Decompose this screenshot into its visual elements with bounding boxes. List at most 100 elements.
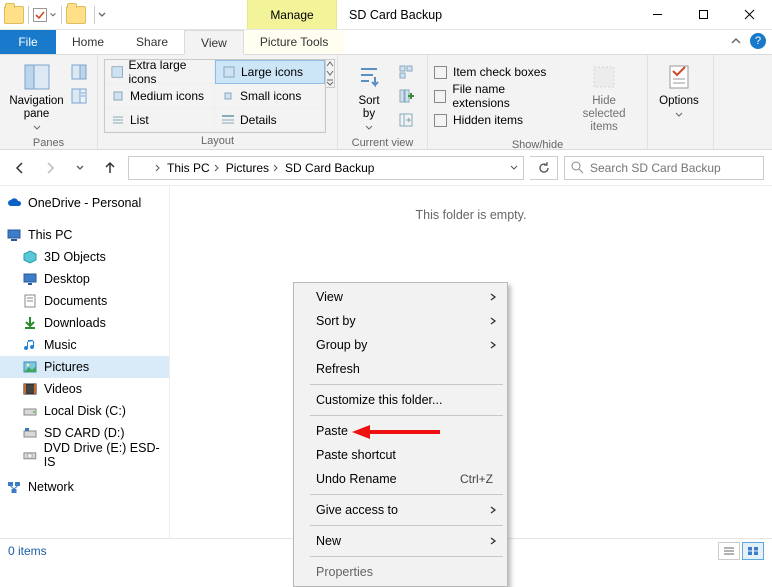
tree-onedrive[interactable]: OneDrive - Personal xyxy=(0,192,169,214)
address-bar[interactable]: This PC Pictures SD Card Backup xyxy=(128,156,524,180)
tree-network[interactable]: Network xyxy=(0,476,169,498)
navigation-pane-icon xyxy=(21,61,53,93)
ctx-sort-by[interactable]: Sort by xyxy=(296,309,505,333)
show-hide-group-label: Show/hide xyxy=(434,137,641,154)
empty-folder-message: This folder is empty. xyxy=(170,208,772,222)
gallery-scroll-down-icon[interactable] xyxy=(326,69,334,78)
qat-checkbox-icon[interactable] xyxy=(33,8,47,22)
navigation-pane-button[interactable]: Navigation pane xyxy=(6,59,67,135)
forward-button[interactable] xyxy=(38,156,62,180)
context-menu: View Sort by Group by Refresh Customize … xyxy=(293,282,508,587)
group-by-button[interactable] xyxy=(394,61,418,83)
ribbon-tabs: File Home Share View Picture Tools ? xyxy=(0,30,772,55)
hidden-items-toggle[interactable]: Hidden items xyxy=(434,109,559,131)
ctx-paste[interactable]: Paste xyxy=(296,419,505,443)
ctx-refresh[interactable]: Refresh xyxy=(296,357,505,381)
tree-documents[interactable]: Documents xyxy=(0,290,169,312)
layout-gallery[interactable]: Extra large icons Large icons Medium ico… xyxy=(104,59,326,133)
download-icon xyxy=(22,315,38,331)
share-tab[interactable]: Share xyxy=(120,30,184,54)
minimize-button[interactable] xyxy=(634,0,680,30)
document-icon xyxy=(22,293,38,309)
chevron-down-icon[interactable] xyxy=(509,163,519,173)
breadcrumb[interactable]: This PC xyxy=(167,161,222,175)
preview-pane-button[interactable] xyxy=(67,61,91,83)
qat-dropdown-icon[interactable] xyxy=(49,10,57,20)
breadcrumb[interactable]: SD Card Backup xyxy=(285,161,374,175)
contextual-tab-label: Manage xyxy=(270,8,313,22)
network-icon xyxy=(6,479,22,495)
home-tab[interactable]: Home xyxy=(56,30,120,54)
help-icon[interactable]: ? xyxy=(750,33,766,49)
sort-icon xyxy=(353,61,385,93)
refresh-button[interactable] xyxy=(530,156,558,180)
pc-icon xyxy=(6,227,22,243)
tree-pictures[interactable]: Pictures xyxy=(0,356,169,378)
options-button[interactable]: Options xyxy=(654,59,704,122)
cloud-icon xyxy=(6,195,22,211)
folder-icon[interactable] xyxy=(66,6,86,24)
sort-by-button[interactable]: Sort by xyxy=(344,59,394,135)
collapse-ribbon-icon[interactable] xyxy=(730,35,742,47)
ctx-group-by[interactable]: Group by xyxy=(296,333,505,357)
view-details-button[interactable] xyxy=(718,542,740,560)
back-button[interactable] xyxy=(8,156,32,180)
title-bar: Manage SD Card Backup xyxy=(0,0,772,30)
chevron-right-icon xyxy=(489,536,497,546)
picture-tools-tab[interactable]: Picture Tools xyxy=(244,30,344,54)
tree-this-pc[interactable]: This PC xyxy=(0,224,169,246)
address-bar-row: This PC Pictures SD Card Backup xyxy=(0,150,772,186)
filename-extensions-toggle[interactable]: File name extensions xyxy=(434,85,559,107)
hide-selected-button[interactable]: Hide selected items xyxy=(567,59,641,137)
tree-downloads[interactable]: Downloads xyxy=(0,312,169,334)
layout-list[interactable]: List xyxy=(105,108,215,132)
tree-dvd-drive[interactable]: DVD Drive (E:) ESD-IS xyxy=(0,444,169,466)
view-tab[interactable]: View xyxy=(184,30,244,55)
dvd-icon xyxy=(22,447,38,463)
recent-locations-button[interactable] xyxy=(68,156,92,180)
search-icon xyxy=(571,161,584,174)
ctx-view[interactable]: View xyxy=(296,285,505,309)
layout-small-icons[interactable]: Small icons xyxy=(215,84,325,108)
size-columns-button[interactable] xyxy=(394,109,418,131)
close-button[interactable] xyxy=(726,0,772,30)
navigation-tree[interactable]: OneDrive - Personal This PC 3D Objects D… xyxy=(0,186,170,538)
ctx-paste-shortcut[interactable]: Paste shortcut xyxy=(296,443,505,467)
ctx-new[interactable]: New xyxy=(296,529,505,553)
chevron-right-icon xyxy=(489,316,497,326)
search-input[interactable] xyxy=(590,161,757,175)
add-columns-button[interactable] xyxy=(394,85,418,107)
ctx-undo-rename[interactable]: Undo RenameCtrl+Z xyxy=(296,467,505,491)
quick-access-toolbar xyxy=(0,0,111,29)
ctx-customize-folder[interactable]: Customize this folder... xyxy=(296,388,505,412)
ctx-give-access-to[interactable]: Give access to xyxy=(296,498,505,522)
details-pane-button[interactable] xyxy=(67,85,91,107)
item-check-boxes-toggle[interactable]: Item check boxes xyxy=(434,61,559,83)
search-box[interactable] xyxy=(564,156,764,180)
layout-extra-large-icons[interactable]: Extra large icons xyxy=(105,60,215,84)
panes-group-label: Panes xyxy=(6,135,91,152)
ctx-properties[interactable]: Properties xyxy=(296,560,505,584)
tree-3d-objects[interactable]: 3D Objects xyxy=(0,246,169,268)
up-button[interactable] xyxy=(98,156,122,180)
view-large-icons-button[interactable] xyxy=(742,542,764,560)
music-icon xyxy=(22,337,38,353)
tree-desktop[interactable]: Desktop xyxy=(0,268,169,290)
folder-icon[interactable] xyxy=(4,6,24,24)
file-tab[interactable]: File xyxy=(0,30,56,54)
maximize-button[interactable] xyxy=(680,0,726,30)
tree-local-disk[interactable]: Local Disk (C:) xyxy=(0,400,169,422)
gallery-scroll-up-icon[interactable] xyxy=(326,60,334,69)
chevron-right-icon[interactable] xyxy=(153,163,163,173)
chevron-right-icon xyxy=(489,505,497,515)
tree-music[interactable]: Music xyxy=(0,334,169,356)
desktop-icon xyxy=(22,271,38,287)
layout-medium-icons[interactable]: Medium icons xyxy=(105,84,215,108)
gallery-more-icon[interactable] xyxy=(326,78,334,87)
hide-selected-icon xyxy=(588,61,620,93)
layout-large-icons[interactable]: Large icons xyxy=(215,60,325,84)
ribbon: Navigation pane Panes Extra large icons … xyxy=(0,55,772,150)
layout-details[interactable]: Details xyxy=(215,108,325,132)
tree-videos[interactable]: Videos xyxy=(0,378,169,400)
breadcrumb[interactable]: Pictures xyxy=(226,161,281,175)
